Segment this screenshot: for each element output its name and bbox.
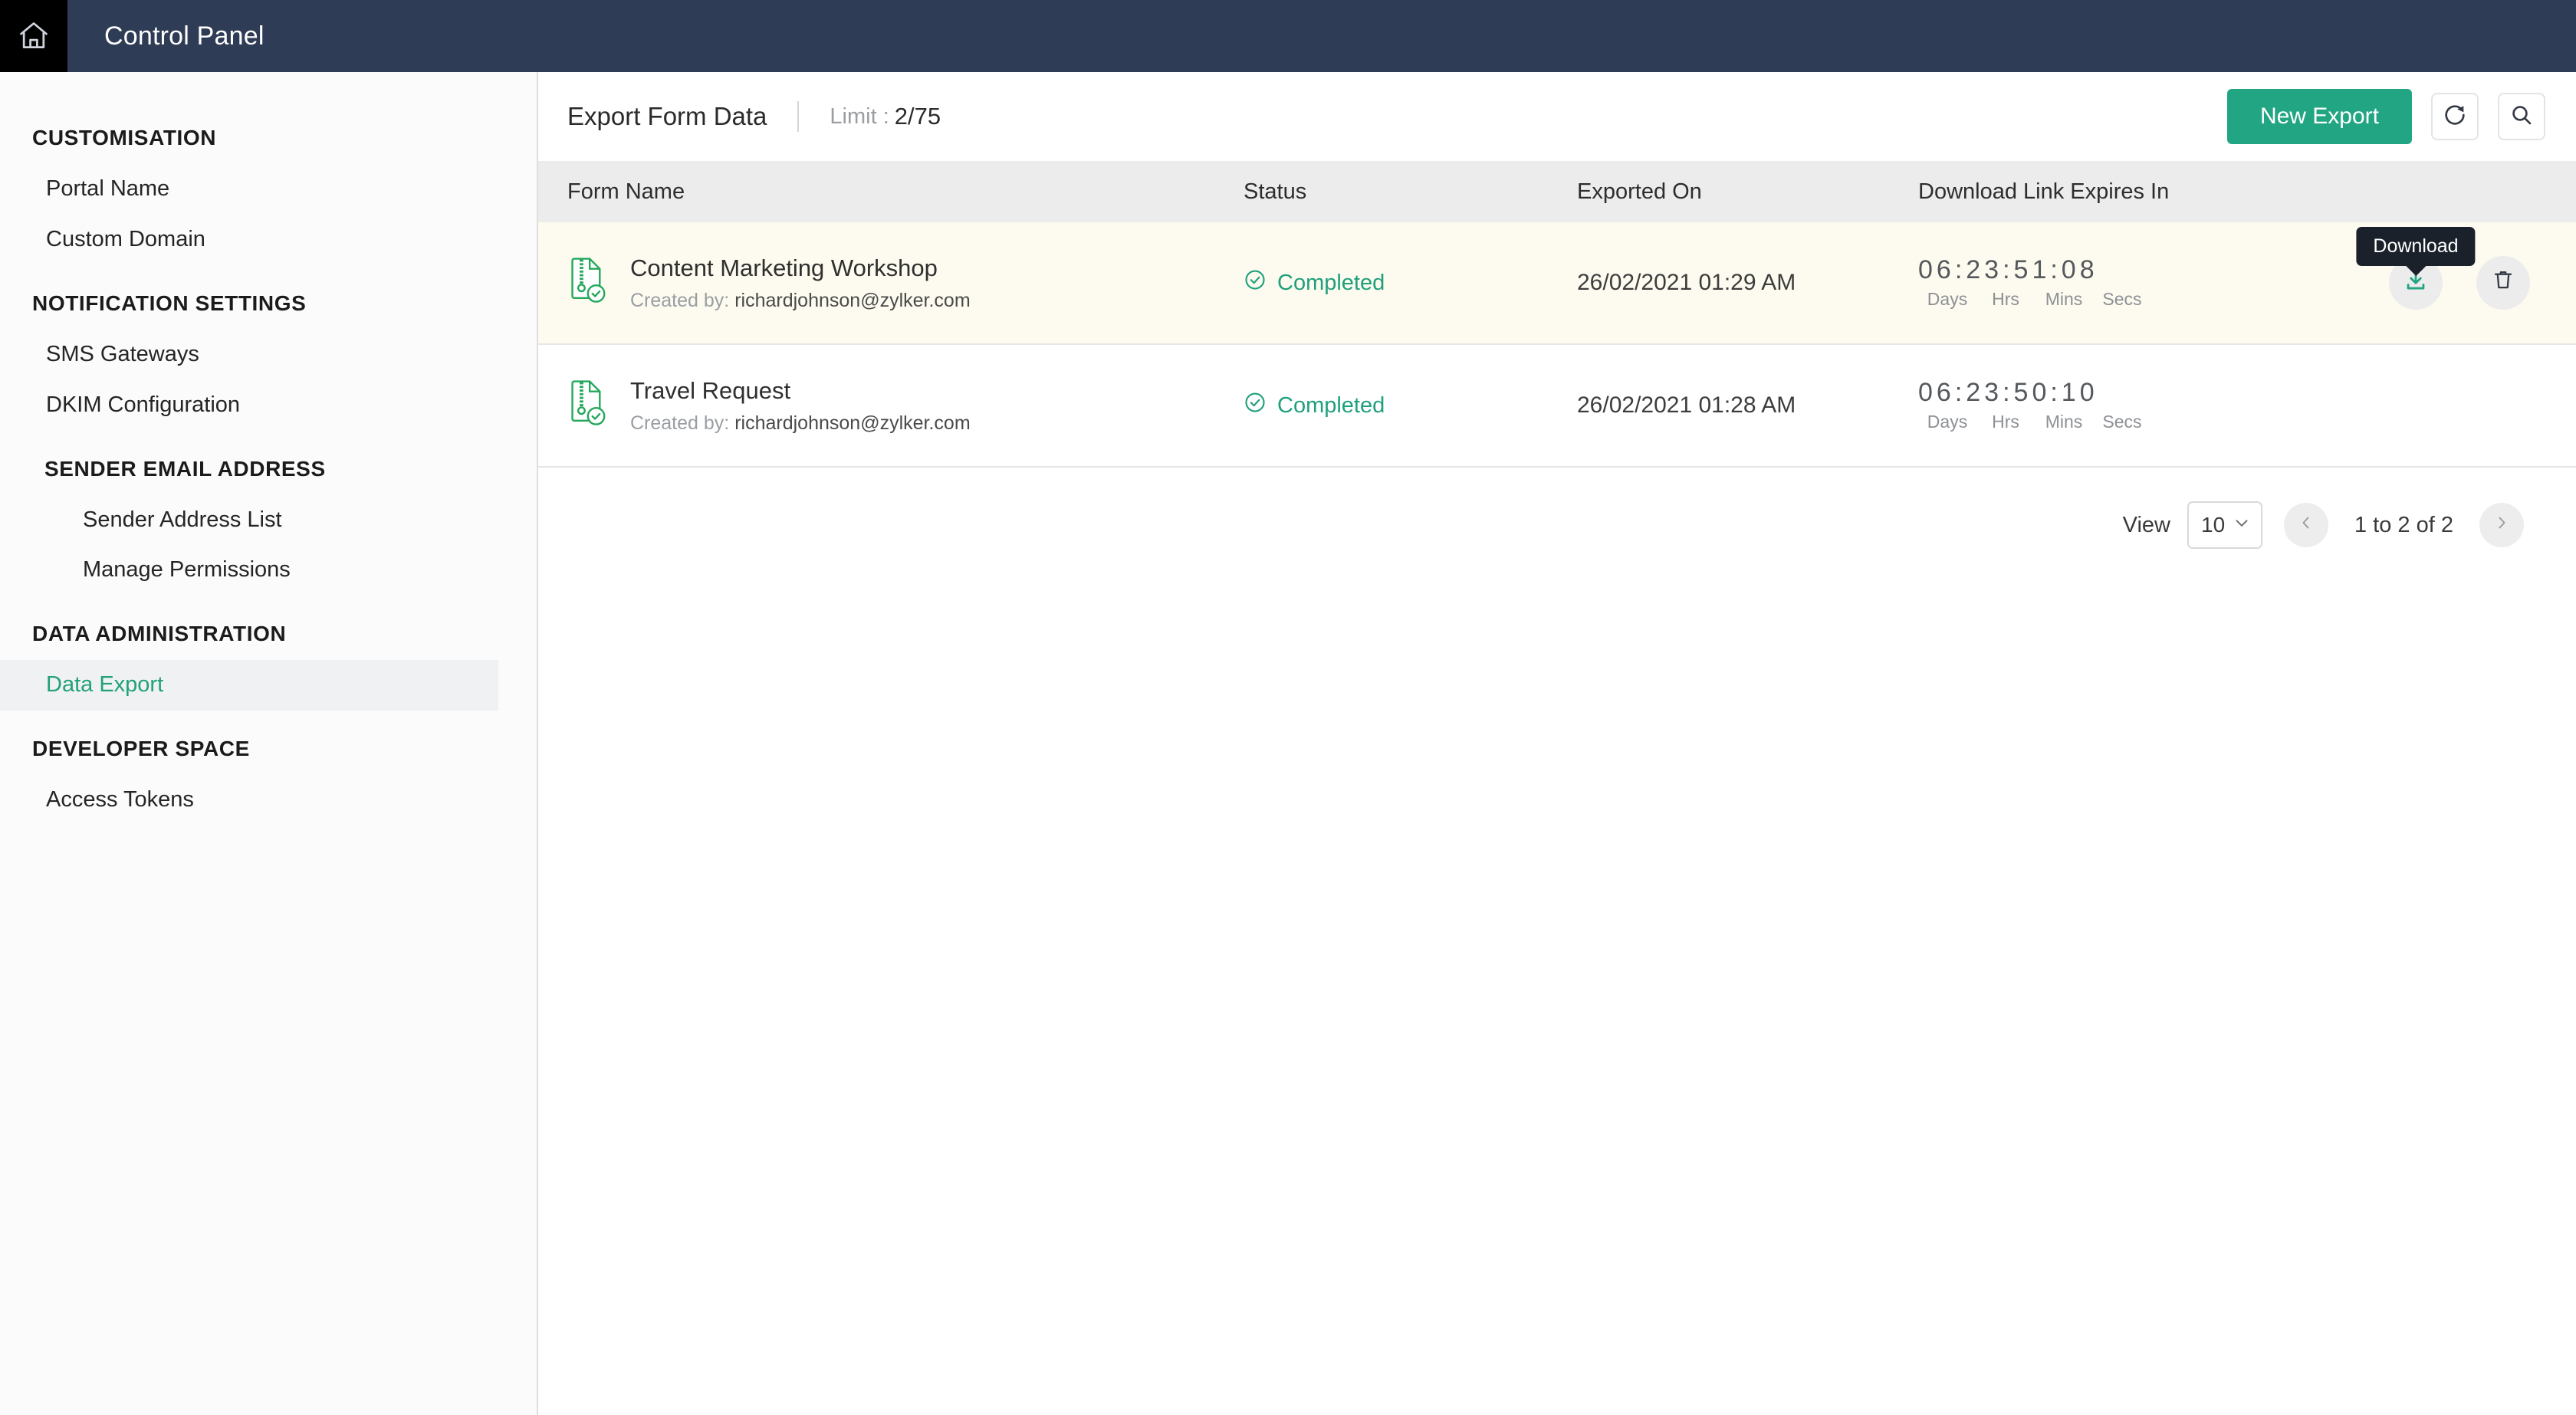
form-text-block: Content Marketing Workshop Created by: r…	[630, 254, 971, 312]
download-action-wrap: Download	[2356, 227, 2476, 310]
sidebar: CUSTOMISATION Portal Name Custom Domain …	[0, 72, 538, 1415]
page-size-select[interactable]: 10	[2187, 501, 2262, 549]
column-header-expires-in: Download Link Expires In	[1918, 179, 2170, 204]
new-export-button[interactable]: New Export	[2226, 89, 2412, 144]
delete-button[interactable]	[2476, 256, 2530, 310]
sidebar-section-notification-settings: NOTIFICATION SETTINGS SMS Gateways DKIM …	[0, 291, 537, 431]
refresh-button[interactable]	[2431, 93, 2479, 140]
column-header-status: Status	[1244, 179, 1307, 204]
trash-icon	[2491, 268, 2515, 298]
sidebar-item-data-export[interactable]: Data Export	[0, 660, 498, 711]
sidebar-section-title: DATA ADMINISTRATION	[32, 622, 287, 646]
page-range-text: 1 to 2 of 2	[2354, 512, 2453, 537]
expiry-time: 06:23:50:10	[1918, 377, 2098, 407]
header-actions: New Export	[2226, 89, 2545, 144]
cell-form-name: Travel Request Created by: richardjohnso…	[538, 345, 1244, 466]
form-name: Travel Request	[630, 376, 791, 404]
sidebar-section-data-administration: DATA ADMINISTRATION Data Export	[0, 622, 537, 711]
status-label: Completed	[1277, 392, 1385, 418]
next-page-button[interactable]	[2479, 503, 2524, 547]
home-button[interactable]	[0, 0, 67, 72]
expiry-time: 06:23:51:08	[1918, 254, 2098, 284]
table-header-row: Form Name Status Exported On Download Li…	[538, 161, 2576, 222]
sidebar-section-sender-email-address: SENDER EMAIL ADDRESS Sender Address List…	[0, 457, 537, 596]
status-badge: Completed	[1244, 268, 1577, 297]
sidebar-item-portal-name[interactable]: Portal Name	[0, 164, 537, 215]
sidebar-section-title: SENDER EMAIL ADDRESS	[44, 456, 326, 481]
pagination: View 10 1 to 2 of 2	[538, 468, 2576, 549]
sidebar-section-title: CUSTOMISATION	[32, 126, 217, 149]
expiry-unit-labels: Days Hrs Mins Secs	[1918, 412, 2151, 432]
content-header: Export Form Data Limit : 2/75 New Export	[538, 72, 2576, 161]
expiry-unit-mins: Mins	[2045, 412, 2083, 432]
cell-status: Completed	[1244, 268, 1577, 297]
cell-exported-on: 26/02/2021 01:28 AM	[1577, 392, 1796, 418]
sidebar-item-access-tokens[interactable]: Access Tokens	[0, 775, 537, 826]
expiry-unit-days: Days	[1927, 412, 1968, 432]
page-size-value: 10	[2201, 513, 2226, 537]
chevron-right-icon	[2492, 513, 2511, 538]
title-divider	[797, 101, 800, 132]
view-label: View	[2122, 512, 2170, 537]
expiry-unit-labels: Days Hrs Mins Secs	[1918, 289, 2151, 310]
created-by-label: Created by:	[630, 412, 730, 434]
expiry-unit-mins: Mins	[2045, 289, 2083, 310]
chevron-left-icon	[2297, 513, 2315, 538]
sidebar-item-sender-address-list[interactable]: Sender Address List	[0, 495, 537, 546]
main-content: Export Form Data Limit : 2/75 New Export	[538, 72, 2576, 1415]
sidebar-section-customisation: CUSTOMISATION Portal Name Custom Domain	[0, 126, 537, 265]
status-label: Completed	[1277, 270, 1385, 295]
sidebar-item-custom-domain[interactable]: Custom Domain	[0, 215, 537, 265]
top-bar: Control Panel	[0, 0, 2576, 72]
status-badge: Completed	[1244, 391, 1577, 420]
row-actions: Download	[2356, 227, 2530, 310]
sidebar-section-title: NOTIFICATION SETTINGS	[32, 291, 307, 315]
table-row[interactable]: Travel Request Created by: richardjohnso…	[538, 345, 2576, 468]
page-title: Export Form Data	[567, 102, 767, 130]
prev-page-button[interactable]	[2284, 503, 2328, 547]
form-name: Content Marketing Workshop	[630, 254, 938, 281]
cell-status: Completed	[1244, 391, 1577, 420]
limit-label: Limit :	[830, 103, 889, 129]
sidebar-section-title: DEVELOPER SPACE	[32, 737, 250, 761]
sidebar-item-sms-gateways[interactable]: SMS Gateways	[0, 330, 537, 380]
expiry-unit-secs: Secs	[2102, 289, 2142, 310]
expiry-unit-hrs: Hrs	[1992, 289, 2019, 310]
search-icon	[2509, 103, 2534, 131]
cell-expires-in: 06:23:50:10 Days Hrs Mins Secs	[1918, 377, 2576, 432]
table-row[interactable]: Content Marketing Workshop Created by: r…	[538, 222, 2576, 345]
column-header-form-name: Form Name	[567, 179, 685, 204]
limit-value: 2/75	[894, 103, 941, 130]
form-created-by: Created by: richardjohnson@zylker.com	[630, 412, 971, 435]
expiry-unit-days: Days	[1927, 289, 1968, 310]
sidebar-item-manage-permissions[interactable]: Manage Permissions	[0, 545, 537, 596]
app-title: Control Panel	[104, 21, 264, 51]
refresh-icon	[2443, 103, 2467, 131]
chevron-down-icon	[2232, 513, 2252, 538]
form-created-by: Created by: richardjohnson@zylker.com	[630, 290, 971, 312]
sidebar-item-dkim-configuration[interactable]: DKIM Configuration	[0, 380, 537, 431]
home-icon	[17, 19, 51, 53]
check-circle-icon	[1244, 268, 1267, 297]
search-button[interactable]	[2498, 93, 2545, 140]
expiry-countdown: 06:23:50:10 Days Hrs Mins Secs	[1918, 377, 2576, 432]
created-by-label: Created by:	[630, 289, 730, 311]
sidebar-section-developer-space: DEVELOPER SPACE Access Tokens	[0, 737, 537, 826]
cell-exported-on: 26/02/2021 01:29 AM	[1577, 270, 1796, 295]
zip-file-icon	[567, 379, 610, 432]
expiry-unit-hrs: Hrs	[1992, 412, 2019, 432]
cell-form-name: Content Marketing Workshop Created by: r…	[538, 222, 1244, 343]
column-header-exported-on: Exported On	[1577, 179, 1702, 204]
check-circle-icon	[1244, 391, 1267, 420]
created-by-email: richardjohnson@zylker.com	[734, 412, 971, 434]
form-text-block: Travel Request Created by: richardjohnso…	[630, 377, 971, 435]
created-by-email: richardjohnson@zylker.com	[734, 289, 971, 311]
zip-file-icon	[567, 256, 610, 310]
expiry-unit-secs: Secs	[2102, 412, 2142, 432]
download-tooltip: Download	[2356, 227, 2476, 266]
